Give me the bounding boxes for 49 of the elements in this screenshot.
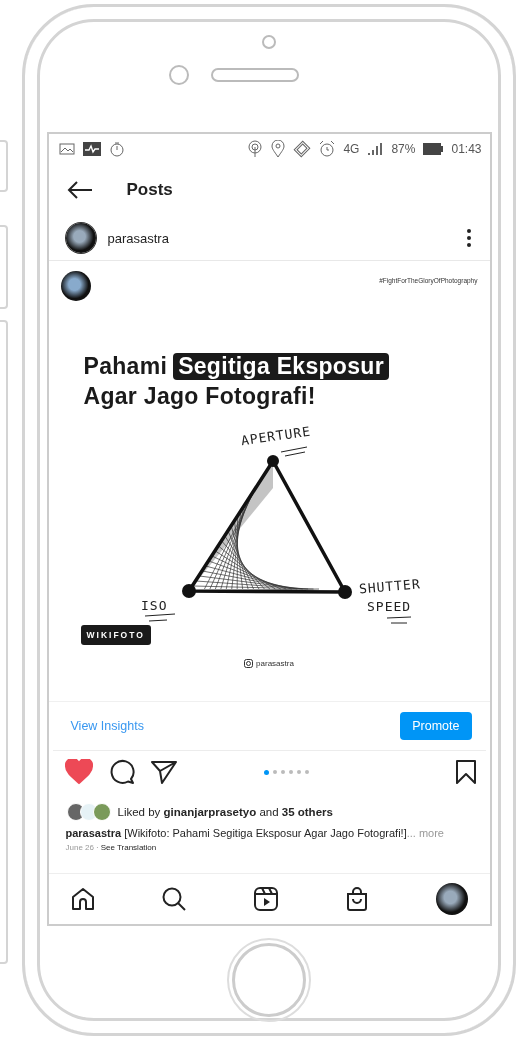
avatar[interactable] [65, 223, 96, 253]
image-icon [58, 143, 75, 155]
clock: 01:43 [451, 142, 482, 156]
more-options-icon[interactable] [465, 228, 472, 248]
username[interactable]: parasastra [107, 230, 169, 246]
video-icon[interactable] [254, 887, 278, 911]
instagram-icon [244, 659, 254, 668]
shutter-label: SHUTTER [357, 576, 421, 597]
more-link[interactable]: ... more [406, 827, 444, 839]
highlighted-title: Segitiga Eksposur [173, 352, 389, 380]
network-label: 4G [343, 142, 360, 156]
post-title: Pahami [83, 352, 168, 380]
search-icon[interactable] [162, 887, 187, 911]
page-title: Posts [126, 180, 173, 200]
separator-dot: · [95, 843, 99, 852]
brand-badge: WIKIFOTO [80, 625, 151, 645]
liker-avatar [66, 803, 85, 821]
aperture-label: APERTURE [239, 423, 312, 449]
bookmark-icon[interactable] [455, 760, 476, 784]
caption-text: parasastra [Wikifoto: Pahami Segitiga Eksposur Agar Jago Fotografi!] [65, 827, 407, 839]
camera-icon [262, 35, 276, 49]
post-title: Agar Jago Fotografi! [83, 382, 316, 410]
post-date: June 26 [65, 843, 94, 852]
logo-icon [60, 271, 91, 301]
liker-avatar [92, 803, 111, 821]
back-icon[interactable] [66, 181, 93, 199]
signal-icon [367, 142, 384, 156]
home-icon[interactable] [70, 887, 95, 911]
speed-label: SPEED [366, 599, 411, 614]
promote-button[interactable]: Promote [400, 712, 472, 740]
see-translation-link[interactable]: See Translation [100, 843, 157, 852]
timer-icon [108, 141, 125, 157]
comment-icon[interactable] [108, 759, 135, 785]
shopping-bag-icon[interactable] [345, 887, 368, 911]
post-handle: parasastra [256, 659, 294, 668]
activity-icon [82, 142, 101, 156]
battery-percent: 87% [391, 142, 416, 156]
likes-text: Liked by ginanjarprasetyo and 35 others [117, 806, 333, 818]
iso-label: ISO [140, 598, 167, 613]
vibrate-icon [293, 140, 312, 158]
sensor-icon [169, 65, 189, 85]
profile-avatar[interactable] [435, 883, 468, 915]
battery-icon [423, 143, 444, 155]
hotspot-icon [247, 140, 264, 158]
view-insights-link[interactable]: View Insights [70, 719, 144, 733]
alarm-icon [319, 140, 336, 158]
like-icon[interactable] [64, 759, 93, 785]
location-icon [271, 140, 286, 158]
send-icon[interactable] [150, 760, 177, 784]
